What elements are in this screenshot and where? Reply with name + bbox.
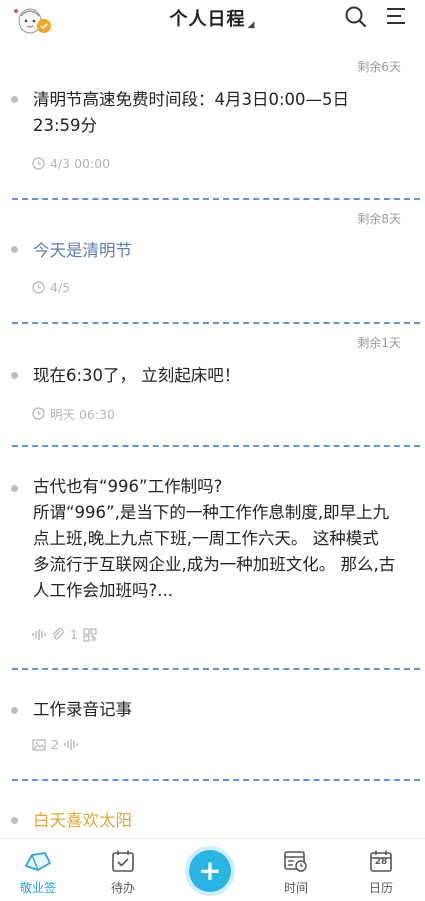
image-icon	[32, 738, 46, 751]
tab-label: 时间	[283, 881, 308, 895]
time-icon	[261, 847, 331, 875]
item-text-line: 古代也有“996”工作制吗?	[33, 477, 223, 496]
item-text-line: 人工作会加班吗?...	[33, 581, 173, 600]
item-meta: 明天 06:30	[32, 404, 115, 423]
item-text-line: 点上班,晚上九点下班,一周工作六天。 这种模式	[33, 529, 379, 548]
tab-time[interactable]: 时间	[261, 847, 331, 896]
qr-code-icon	[83, 627, 97, 642]
tab-calendar[interactable]: 28 日历	[346, 847, 416, 896]
bullet-dot	[11, 485, 18, 492]
menu-icon[interactable]	[385, 5, 409, 29]
voice-wave-icon	[32, 629, 46, 640]
item-text: 清明节高速免费时间段：4月3日0:00—5日 23:59分	[33, 87, 411, 139]
image-count: 2	[51, 737, 59, 752]
tab-notes[interactable]: 敬业签	[3, 847, 73, 896]
bullet-dot	[11, 707, 18, 714]
tab-todo[interactable]: 待办	[88, 847, 158, 896]
item-meta: 1	[32, 627, 97, 642]
attachment-count: 1	[70, 627, 78, 642]
reminder-time: 4/5	[50, 280, 71, 295]
calendar-day-number: 28	[374, 857, 388, 867]
search-icon[interactable]	[344, 5, 368, 29]
dashed-divider	[12, 322, 420, 324]
top-bar: 个人日程 ◢	[0, 0, 425, 46]
bullet-dot	[11, 96, 18, 103]
bottom-tab-bar: 敬业签 待办 + 时间 28 日历	[0, 838, 425, 901]
dashed-divider	[12, 445, 420, 447]
clock-icon	[32, 157, 45, 170]
note-icon	[3, 847, 73, 875]
item-text-line: 多流行于互联网企业,成为一种加班文化。 那么,古	[33, 555, 396, 574]
item-meta: 4/3 00:00	[32, 156, 110, 171]
dashed-divider	[12, 668, 420, 670]
item-text-line: 23:59分	[33, 116, 98, 135]
item-meta: 4/5	[32, 280, 70, 295]
item-meta: 2	[32, 737, 78, 752]
item-text: 现在6:30了， 立刻起床吧！	[33, 366, 241, 385]
tab-label: 日历	[368, 881, 393, 895]
clock-icon	[32, 281, 45, 294]
schedule-list[interactable]: 剩余6天 清明节高速免费时间段：4月3日0:00—5日 23:59分 4/3 0…	[0, 46, 425, 838]
item-text: 工作录音记事	[33, 700, 132, 719]
todo-icon	[88, 847, 158, 875]
caret-down-icon: ◢	[247, 20, 256, 30]
dashed-divider	[12, 779, 420, 781]
bullet-dot	[11, 372, 18, 379]
reminder-time: 4/3 00:00	[50, 156, 111, 171]
item-text-line: 所谓“996”,是当下的一种工作作息制度,即早上九	[33, 503, 390, 522]
bullet-dot	[11, 246, 18, 253]
item-text: 今天是清明节	[33, 241, 132, 260]
add-button[interactable]: +	[189, 850, 231, 892]
calendar-icon: 28	[346, 847, 416, 875]
page-title-text: 个人日程	[169, 9, 246, 30]
bullet-dot	[11, 817, 18, 824]
dashed-divider	[12, 198, 420, 200]
tab-label: 待办	[110, 881, 135, 895]
remaining-days: 剩余8天	[357, 212, 401, 226]
remaining-days: 剩余6天	[357, 60, 401, 74]
reminder-time: 明天 06:30	[50, 407, 115, 422]
voice-wave-icon	[64, 739, 78, 750]
clock-icon	[32, 407, 45, 420]
paperclip-icon	[52, 628, 64, 640]
tab-label: 敬业签	[19, 881, 56, 895]
item-text: 古代也有“996”工作制吗? 所谓“996”,是当下的一种工作作息制度,即早上九…	[33, 474, 411, 604]
add-icon: +	[198, 854, 222, 887]
item-text: 白天喜欢太阳	[33, 811, 132, 830]
item-text-line: 清明节高速免费时间段：4月3日0:00—5日	[33, 90, 350, 109]
remaining-days: 剩余1天	[357, 336, 401, 350]
